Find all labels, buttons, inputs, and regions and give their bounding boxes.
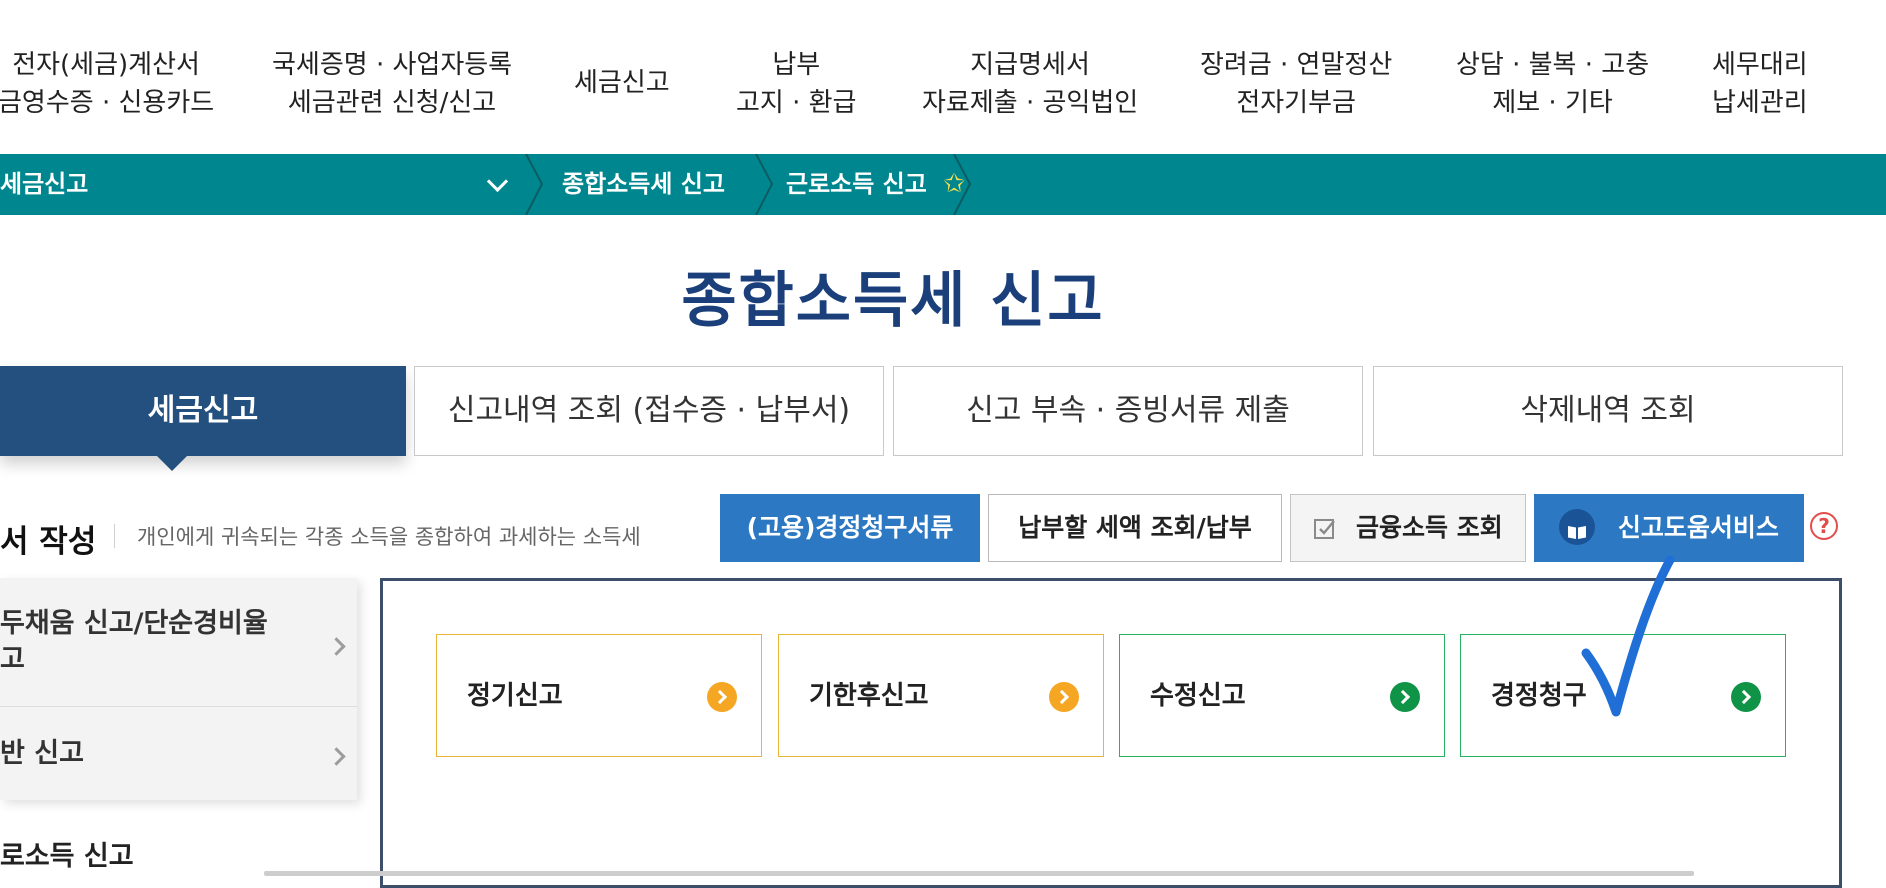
gnb-item-label: 전자(세금)계산서	[12, 50, 200, 80]
gnb-item-incentive[interactable]: 장려금 · 연말정산 전자기부금	[1200, 46, 1392, 122]
button-label: 금융소득 조회	[1356, 513, 1503, 542]
breadcrumb-select[interactable]: 세금신고	[0, 154, 525, 215]
side-menu-item-label: 반 신고	[0, 738, 84, 769]
chevron-down-icon	[486, 170, 509, 193]
gnb-item-tax-agent[interactable]: 세무대리 납세관리	[1712, 46, 1808, 122]
button-label: (고용)경정청구서류	[746, 513, 954, 542]
global-nav: 전자(세금)계산서 금영수증 · 신용카드 국세증명 · 사업자등록 세금관련 …	[0, 0, 1886, 154]
gnb-item-counsel[interactable]: 상담 · 불복 · 고충 제보 · 기타	[1456, 46, 1649, 122]
breadcrumb-separator-icon	[525, 154, 544, 215]
sub-section-title: 로소득 신고	[0, 841, 134, 872]
tab-attachments[interactable]: 신고 부속 · 증빙서류 제출	[893, 366, 1363, 456]
help-icon[interactable]: ?	[1810, 512, 1838, 540]
tab-label: 세금신고	[147, 393, 259, 428]
gnb-item-sublabel: 전자기부금	[1236, 88, 1356, 118]
breadcrumb-item-earned-income[interactable]: 근로소득 신고 ✩	[786, 154, 965, 215]
card-label: 경정청구	[1491, 681, 1587, 711]
gnb-item-payment[interactable]: 납부 고지 · 환급	[736, 46, 856, 122]
gnb-item-label: 지급명세서	[970, 50, 1090, 80]
card-label: 수정신고	[1150, 681, 1246, 711]
amended-report-card[interactable]: 수정신고	[1119, 634, 1445, 757]
section-description: 개인에게 귀속되는 각종 소득을 종합하여 과세하는 소득세	[137, 525, 641, 549]
gnb-item-sublabel: 금영수증 · 신용카드	[0, 88, 215, 118]
tab-tax-report[interactable]: 세금신고	[0, 366, 406, 471]
report-help-service-button[interactable]: 신고도움서비스	[1534, 494, 1804, 562]
late-report-card[interactable]: 기한후신고	[778, 634, 1104, 757]
gnb-item-e-invoice[interactable]: 전자(세금)계산서 금영수증 · 신용카드	[0, 46, 214, 122]
breadcrumb-item-label: 종합소득세 신고	[562, 170, 725, 198]
gnb-item-label: 세무대리	[1712, 50, 1808, 80]
side-menu-divider	[0, 706, 357, 707]
breadcrumb-item-income-tax[interactable]: 종합소득세 신고	[562, 154, 725, 215]
side-menu: 두채움 신고/단순경비율 고 반 신고	[0, 578, 357, 800]
button-label: 납부할 세액 조회/납부	[1018, 513, 1252, 542]
breadcrumb-separator-icon	[953, 154, 972, 215]
gnb-item-label: 세금신고	[574, 68, 670, 98]
side-menu-item-label: 두채움 신고/단순경비율	[0, 608, 268, 639]
tab-label: 신고 부속 · 증빙서류 제출	[966, 393, 1290, 428]
section-title: 서 작성	[0, 524, 97, 560]
horizontal-scrollbar[interactable]	[264, 871, 1694, 876]
gnb-item-label: 상담 · 불복 · 고충	[1456, 50, 1650, 80]
tab-report-history[interactable]: 신고내역 조회 (접수증 · 납부서)	[414, 366, 884, 456]
checkbox-icon	[1314, 519, 1336, 539]
gnb-item-payment-statement[interactable]: 지급명세서 자료제출 · 공익법인	[922, 46, 1138, 122]
gnb-item-sublabel: 납세관리	[1712, 88, 1808, 118]
correction-claim-docs-button[interactable]: (고용)경정청구서류	[720, 494, 980, 562]
side-menu-item-label: 고	[0, 644, 25, 675]
gnb-item-label: 납부	[772, 50, 821, 80]
chevron-right-icon	[327, 637, 346, 656]
page-title: 종합소득세 신고	[681, 266, 1105, 336]
breadcrumb: 세금신고 종합소득세 신고 근로소득 신고 ✩	[0, 154, 1886, 215]
tab-label: 신고내역 조회 (접수증 · 납부서)	[447, 393, 851, 428]
book-icon	[1559, 509, 1596, 545]
chevron-right-icon	[327, 747, 346, 766]
gnb-item-sublabel: 세금관련 신청/신고	[287, 88, 497, 118]
gnb-item-sublabel: 고지 · 환급	[736, 88, 857, 118]
gnb-item-label: 장려금 · 연말정산	[1200, 50, 1393, 80]
tab-label: 삭제내역 조회	[1520, 393, 1696, 428]
gnb-item-label: 국세증명 · 사업자등록	[272, 50, 513, 80]
card-label: 기한후신고	[809, 681, 929, 711]
regular-report-card[interactable]: 정기신고	[436, 634, 762, 757]
gnb-item-sublabel: 자료제출 · 공익법인	[922, 88, 1139, 118]
button-label: 신고도움서비스	[1617, 513, 1779, 542]
gnb-item-tax-report[interactable]: 세금신고	[574, 64, 670, 102]
breadcrumb-item-label: 근로소득 신고	[786, 170, 927, 198]
side-menu-item-general-report[interactable]: 반 신고	[0, 736, 357, 776]
arrow-right-circle-icon	[1049, 682, 1079, 712]
arrow-right-circle-icon	[707, 682, 737, 712]
card-label: 정기신고	[467, 681, 563, 711]
active-tab-pointer	[156, 455, 188, 471]
side-menu-item-prefilled-report[interactable]: 두채움 신고/단순경비율 고	[0, 606, 357, 686]
gnb-item-sublabel: 제보 · 기타	[1492, 88, 1613, 118]
tab-deleted-history[interactable]: 삭제내역 조회	[1373, 366, 1843, 456]
gnb-item-certificate[interactable]: 국세증명 · 사업자등록 세금관련 신청/신고	[272, 46, 512, 122]
breadcrumb-select-label: 세금신고	[0, 170, 89, 198]
arrow-right-circle-icon	[1390, 682, 1420, 712]
section-divider	[114, 524, 115, 548]
breadcrumb-separator-icon	[755, 154, 774, 215]
arrow-right-circle-icon	[1731, 682, 1761, 712]
correction-claim-card[interactable]: 경정청구	[1460, 634, 1786, 757]
financial-income-lookup-button[interactable]: 금융소득 조회	[1290, 494, 1526, 562]
tax-payment-lookup-button[interactable]: 납부할 세액 조회/납부	[988, 494, 1282, 562]
